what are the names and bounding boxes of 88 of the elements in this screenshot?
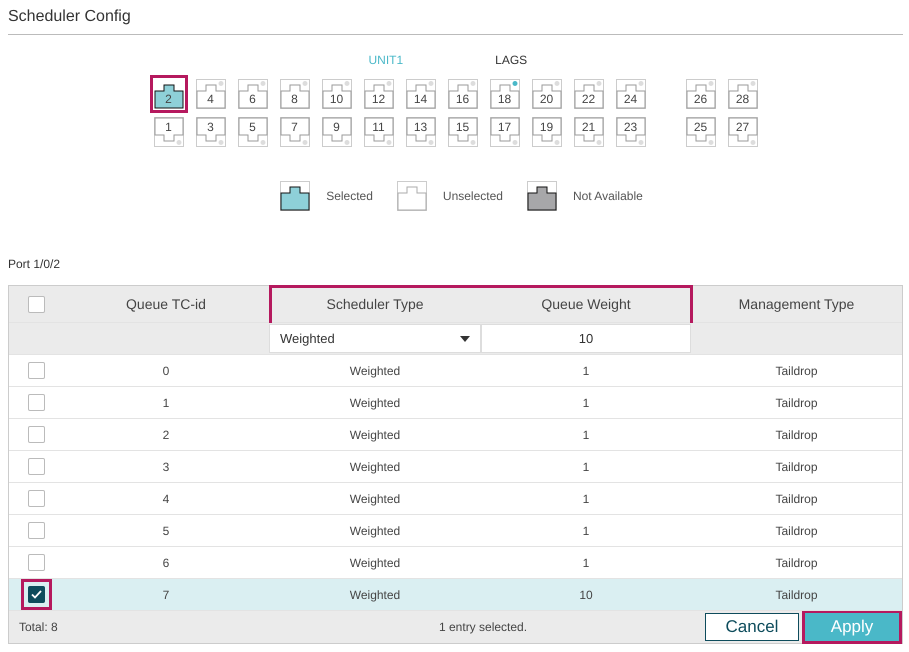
table-cell-text: Taildrop xyxy=(774,522,819,540)
table-cell-text: Taildrop xyxy=(774,458,819,476)
table-cell-text: 1 xyxy=(582,554,590,572)
selection-status: 1 entry selected. xyxy=(439,620,528,634)
row-checkbox[interactable] xyxy=(28,586,44,603)
table-cell-text: 2 xyxy=(162,426,170,444)
table-cell-text: Taildrop xyxy=(774,426,819,444)
port-button[interactable]: 17 xyxy=(490,117,520,147)
select-all-checkbox[interactable] xyxy=(28,296,44,312)
row-checkbox[interactable] xyxy=(28,362,44,379)
total-count: Total: 8 xyxy=(19,620,59,634)
caret-icon xyxy=(460,336,470,342)
row-checkbox[interactable] xyxy=(28,490,44,507)
table-cell-text: 5 xyxy=(162,522,170,540)
port-button[interactable]: 14 xyxy=(406,79,436,109)
column-header: Queue TC-id xyxy=(125,295,207,314)
table-cell-text: Weighted xyxy=(348,554,402,572)
table-cell-text: 1 xyxy=(582,522,590,540)
table-cell-text: Taildrop xyxy=(774,490,819,508)
port-button[interactable]: 11 xyxy=(364,117,394,147)
port-button[interactable]: 25 xyxy=(686,117,716,147)
port-unselected-icon xyxy=(396,181,427,211)
column-header: Scheduler Type xyxy=(325,295,425,314)
port-unavailable-icon xyxy=(526,181,557,211)
table-cell-text: Weighted xyxy=(348,490,402,508)
port-selected-icon xyxy=(280,181,310,211)
check-icon xyxy=(30,590,42,599)
queue-weight-field[interactable]: 10 xyxy=(481,324,691,353)
legend-label: Not Available xyxy=(572,189,643,203)
port-button[interactable]: 7 xyxy=(280,117,310,147)
table-cell-text: 1 xyxy=(582,458,590,476)
port-button[interactable]: 15 xyxy=(448,117,478,147)
table-cell-text: 1 xyxy=(582,490,590,508)
column-header: Queue Weight xyxy=(540,295,632,314)
table-cell-text: Taildrop xyxy=(774,586,819,604)
port-button[interactable]: 6 xyxy=(238,79,268,109)
port-button[interactable]: 10 xyxy=(322,79,352,109)
scheduler-type-select[interactable]: Weighted xyxy=(269,324,481,353)
port-button[interactable]: 22 xyxy=(574,79,604,109)
table-cell-text: 3 xyxy=(162,458,170,476)
table-cell-text: 1 xyxy=(582,362,590,380)
port-button[interactable]: 20 xyxy=(532,79,562,109)
port-button[interactable]: 8 xyxy=(280,79,310,109)
port-button[interactable]: 23 xyxy=(616,117,646,147)
table-cell-text: 4 xyxy=(162,490,170,508)
table-cell-text: Taildrop xyxy=(774,394,819,412)
port-button[interactable]: 3 xyxy=(196,117,226,147)
column-header: Management Type xyxy=(738,295,856,314)
table-cell-text: Taildrop xyxy=(774,362,819,380)
port-button[interactable]: 12 xyxy=(364,79,394,109)
table-cell-text: Weighted xyxy=(348,394,402,412)
page-title: Scheduler Config xyxy=(8,0,903,35)
table-cell-text: Taildrop xyxy=(774,554,819,572)
table-cell-text: Weighted xyxy=(348,522,402,540)
table-cell-text: Weighted xyxy=(348,362,402,380)
row-checkbox[interactable] xyxy=(28,394,44,411)
port-button[interactable]: 28 xyxy=(728,79,758,109)
port-button[interactable]: 5 xyxy=(238,117,268,147)
legend-label: Unselected xyxy=(442,189,503,203)
cancel-button[interactable]: Cancel xyxy=(705,613,799,641)
port-button[interactable]: 4 xyxy=(196,79,226,109)
port-button[interactable]: 18 xyxy=(490,79,520,109)
port-button[interactable]: 21 xyxy=(574,117,604,147)
table-cell-text: 10 xyxy=(578,586,594,604)
row-checkbox[interactable] xyxy=(28,554,44,571)
port-button[interactable]: 27 xyxy=(728,117,758,147)
port-button[interactable]: 9 xyxy=(322,117,352,147)
port-button[interactable]: 16 xyxy=(448,79,478,109)
table-cell-text: Weighted xyxy=(348,586,402,604)
port-button[interactable]: 26 xyxy=(686,79,716,109)
row-checkbox[interactable] xyxy=(28,426,44,443)
port-label: Port 1/0/2 xyxy=(8,257,62,271)
port-button[interactable]: 19 xyxy=(532,117,562,147)
port-button[interactable]: 13 xyxy=(406,117,436,147)
legend-label: Selected xyxy=(326,189,373,203)
table-cell-text: 1 xyxy=(162,394,170,412)
port-button[interactable]: 24 xyxy=(616,79,646,109)
table-cell-text: 7 xyxy=(162,586,170,604)
row-checkbox[interactable] xyxy=(28,522,44,539)
table-cell-text: 1 xyxy=(582,394,590,412)
table-cell-text: 6 xyxy=(162,554,170,572)
unit-tab[interactable]: LAGS xyxy=(495,53,528,75)
table-cell-text: Weighted xyxy=(348,426,402,444)
table-cell-text: 1 xyxy=(582,426,590,444)
table-cell-text: 0 xyxy=(162,362,170,380)
table-cell-text: Weighted xyxy=(348,458,402,476)
port-button[interactable]: 1 xyxy=(154,117,184,147)
row-checkbox[interactable] xyxy=(28,458,44,475)
